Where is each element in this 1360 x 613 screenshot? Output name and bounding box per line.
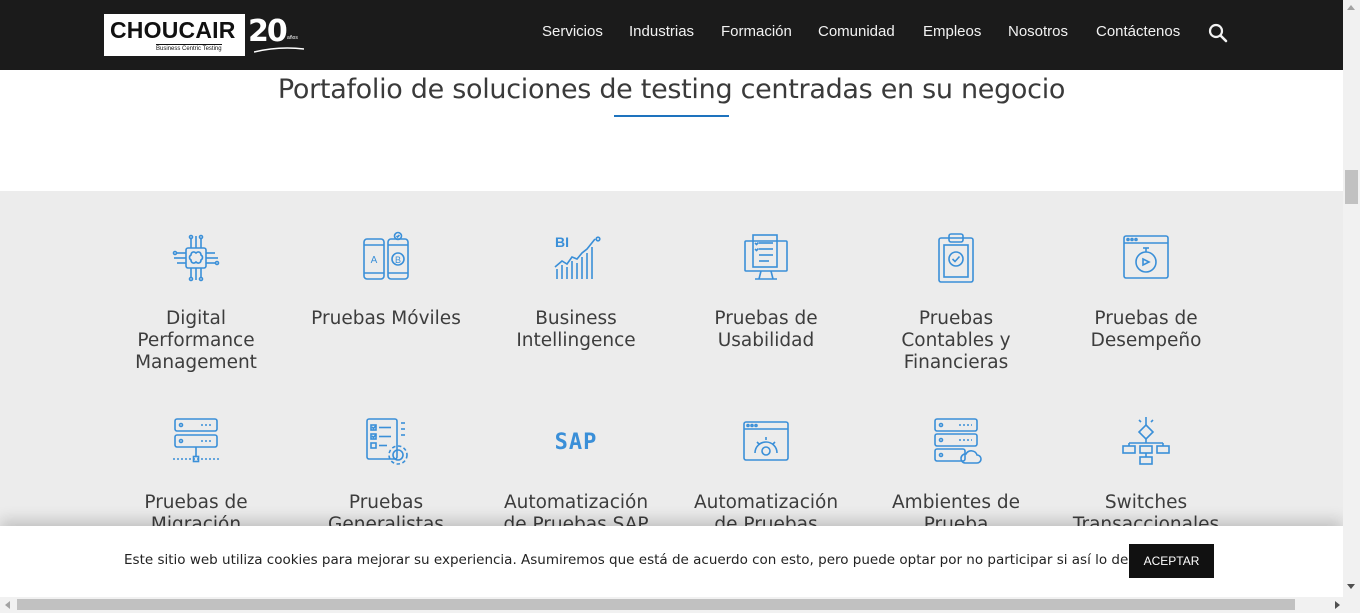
svg-text:BI: BI bbox=[555, 234, 569, 250]
service-label: Pruebas de Desempeño bbox=[1090, 308, 1202, 351]
vertical-scroll-thumb[interactable] bbox=[1345, 170, 1358, 204]
logo-swoosh-icon bbox=[254, 47, 304, 53]
nav-empleos[interactable]: Empleos bbox=[923, 23, 981, 40]
choucair-logo[interactable]: CHOUCAIR Business Centric Testing 20 año… bbox=[104, 14, 304, 56]
ab-mobile-icon: A B bbox=[363, 231, 409, 280]
cookie-message: Este sitio web utiliza cookies para mejo… bbox=[124, 552, 1157, 568]
scroll-down-arrow-icon[interactable] bbox=[1347, 584, 1355, 589]
service-pruebas-desempeno[interactable]: Pruebas de Desempeño bbox=[1061, 231, 1231, 381]
service-pruebas-contables[interactable]: Pruebas Contables y Financieras bbox=[871, 231, 1041, 381]
checklist-gear-icon bbox=[366, 418, 408, 465]
service-digital-performance[interactable]: Digital Performance Management bbox=[111, 231, 281, 381]
scroll-up-arrow-icon[interactable] bbox=[1347, 5, 1355, 10]
scroll-right-arrow-icon[interactable] bbox=[1335, 601, 1340, 609]
scroll-left-arrow-icon[interactable] bbox=[5, 601, 10, 609]
service-label: Business Intellingence bbox=[516, 308, 636, 351]
svg-text:A: A bbox=[371, 255, 378, 266]
service-label: Digital Performance Management bbox=[135, 308, 257, 373]
nav-industrias[interactable]: Industrias bbox=[629, 23, 694, 40]
brain-chip-icon bbox=[172, 234, 220, 282]
sap-logo-icon: SAP bbox=[555, 430, 598, 455]
browser-gear-icon bbox=[743, 421, 789, 461]
accept-cookies-button[interactable]: ACEPTAR bbox=[1129, 544, 1214, 578]
flowchart-icon bbox=[1122, 417, 1170, 465]
title-underline bbox=[614, 115, 729, 117]
logo-anniversary: 20 bbox=[248, 14, 288, 49]
clipboard-check-icon bbox=[938, 233, 974, 283]
bi-chart-icon: BI bbox=[554, 234, 601, 279]
nav-comunidad[interactable]: Comunidad bbox=[818, 23, 895, 40]
nav-contactenos[interactable]: Contáctenos bbox=[1096, 23, 1180, 40]
logo-wordmark: CHOUCAIR bbox=[110, 17, 236, 43]
server-cloud-icon bbox=[934, 418, 982, 464]
svg-text:SAP: SAP bbox=[555, 430, 598, 455]
horizontal-scrollbar[interactable] bbox=[0, 597, 1360, 613]
search-icon[interactable] bbox=[1207, 22, 1229, 44]
vertical-scrollbar[interactable] bbox=[1343, 0, 1360, 597]
service-pruebas-moviles[interactable]: A B Pruebas Móviles bbox=[301, 231, 471, 381]
horizontal-scroll-thumb[interactable] bbox=[17, 599, 1295, 610]
svg-text:B: B bbox=[395, 255, 401, 265]
server-migration-icon bbox=[173, 418, 219, 463]
stopwatch-window-icon bbox=[1123, 235, 1169, 279]
service-label: Pruebas Contables y Financieras bbox=[901, 308, 1011, 373]
service-label: Pruebas de Usabilidad bbox=[714, 308, 818, 351]
service-pruebas-usabilidad[interactable]: Pruebas de Usabilidad bbox=[681, 231, 851, 381]
logo-tagline: Business Centric Testing bbox=[156, 44, 222, 52]
nav-servicios[interactable]: Servicios bbox=[542, 23, 603, 40]
cookie-banner: Este sitio web utiliza cookies para mejo… bbox=[0, 526, 1343, 597]
usability-monitor-icon bbox=[744, 234, 788, 280]
nav-formacion[interactable]: Formación bbox=[721, 23, 792, 40]
top-navbar: CHOUCAIR Business Centric Testing 20 año… bbox=[0, 0, 1343, 70]
page-title: Portafolio de soluciones de testing cent… bbox=[277, 74, 1066, 105]
service-label: Pruebas Móviles bbox=[311, 308, 461, 329]
logo-box: CHOUCAIR Business Centric Testing bbox=[104, 14, 245, 56]
service-business-intelligence[interactable]: BI Business Intellingence bbox=[491, 231, 661, 381]
nav-nosotros[interactable]: Nosotros bbox=[1008, 23, 1068, 40]
logo-years: años bbox=[287, 35, 298, 41]
